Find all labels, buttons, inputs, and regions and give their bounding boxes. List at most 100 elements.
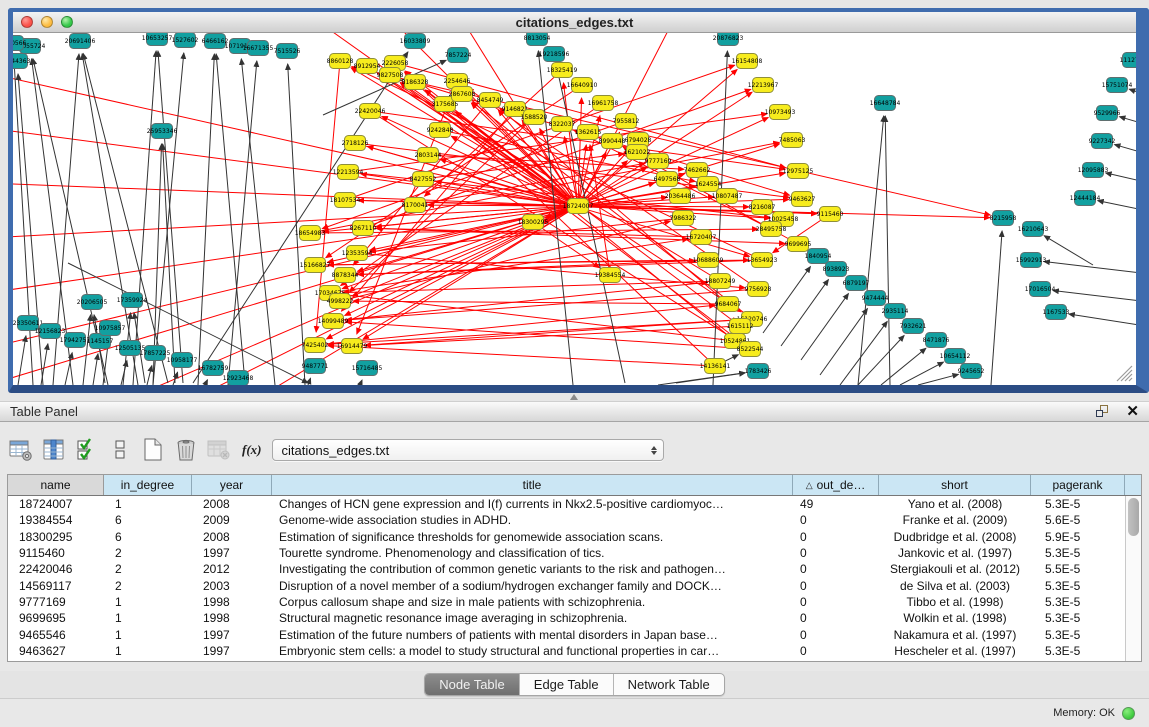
graph-node[interactable]: 15716485 bbox=[352, 361, 383, 376]
graph-node[interactable]: 19218596 bbox=[539, 47, 570, 62]
memory-ok-indicator-icon[interactable] bbox=[1122, 707, 1135, 720]
graph-edge[interactable] bbox=[18, 336, 26, 385]
graph-node[interactable]: 8215958 bbox=[990, 211, 1017, 226]
graph-node[interactable]: 7515526 bbox=[274, 44, 301, 59]
graph-node[interactable]: 16782759 bbox=[198, 361, 229, 376]
table-row[interactable]: 911546021997Tourette syndrome. Phenomeno… bbox=[8, 545, 1125, 561]
graph-node[interactable]: 8860128 bbox=[327, 54, 354, 69]
graph-node[interactable]: 18107534 bbox=[330, 193, 361, 208]
graph-node[interactable]: 9684067 bbox=[715, 297, 742, 312]
graph-node[interactable]: 16210643 bbox=[1018, 222, 1049, 237]
tab-network-table[interactable]: Network Table bbox=[614, 674, 724, 695]
graph-edge[interactable] bbox=[1044, 236, 1093, 265]
scrollbar-thumb[interactable] bbox=[1128, 498, 1139, 536]
graph-edge[interactable] bbox=[763, 267, 810, 333]
close-window-icon[interactable] bbox=[21, 16, 33, 28]
graph-node[interactable]: 9487771 bbox=[302, 359, 329, 374]
table-row[interactable]: 1872400712008Changes of HCN gene express… bbox=[8, 496, 1125, 512]
minimize-window-icon[interactable] bbox=[41, 16, 53, 28]
graph-edge[interactable] bbox=[801, 294, 848, 360]
graph-node[interactable]: 8990448 bbox=[599, 134, 626, 149]
column-header-name[interactable]: name bbox=[8, 475, 104, 495]
graph-node[interactable]: 9827508 bbox=[377, 68, 404, 83]
new-file-icon[interactable] bbox=[139, 437, 167, 463]
graph-edge[interactable] bbox=[343, 295, 735, 341]
graph-node[interactable]: 7425402 bbox=[302, 338, 329, 353]
zoom-window-icon[interactable] bbox=[61, 16, 73, 28]
graph-node[interactable]: 12975125 bbox=[783, 164, 814, 179]
graph-node[interactable]: 17359924 bbox=[117, 293, 148, 308]
graph-node[interactable]: 15992913 bbox=[1016, 253, 1047, 268]
graph-edge[interactable] bbox=[93, 354, 98, 385]
graph-node[interactable]: 16961758 bbox=[588, 96, 619, 111]
graph-node[interactable]: 7955812 bbox=[613, 114, 640, 129]
resize-grip-icon[interactable] bbox=[1117, 366, 1132, 381]
table-row[interactable]: 2242004622012Investigating the contribut… bbox=[8, 561, 1125, 577]
graph-edge[interactable] bbox=[328, 346, 715, 366]
graph-node[interactable]: 22420046 bbox=[355, 104, 386, 119]
graph-node[interactable]: 8454749 bbox=[477, 93, 504, 108]
graph-node[interactable]: 16640910 bbox=[567, 78, 598, 93]
graph-node[interactable]: 10973493 bbox=[765, 105, 796, 120]
graph-node[interactable]: 18325419 bbox=[547, 63, 578, 78]
graph-node[interactable]: 1112753 bbox=[1120, 53, 1136, 68]
graph-edge[interactable] bbox=[360, 380, 362, 385]
graph-edge[interactable] bbox=[1098, 201, 1136, 213]
table-row[interactable]: 1938455462009Genome-wide association stu… bbox=[8, 512, 1125, 528]
network-canvas[interactable]: 1872400788601288912954222605898275088186… bbox=[13, 33, 1136, 385]
table-row[interactable]: 977716911998Corpus callosum shape and si… bbox=[8, 594, 1125, 610]
graph-node[interactable]: 20206505 bbox=[77, 295, 108, 310]
graph-node[interactable]: 2803144 bbox=[415, 148, 442, 163]
graph-edge[interactable] bbox=[918, 374, 958, 385]
column-header-in-degree[interactable]: in_degree bbox=[104, 475, 192, 495]
select-column-icon[interactable] bbox=[40, 437, 68, 463]
graph-edge[interactable] bbox=[858, 336, 904, 385]
graph-node[interactable]: 8170041 bbox=[402, 198, 429, 213]
graph-node[interactable]: 1840954 bbox=[805, 249, 832, 264]
table-row[interactable]: 946362711997Embryonic stem cells: a mode… bbox=[8, 643, 1125, 659]
graph-edge[interactable] bbox=[900, 362, 944, 385]
graph-node[interactable]: 9699695 bbox=[785, 237, 812, 252]
graph-node[interactable]: 1527602 bbox=[172, 33, 199, 48]
graph-edge[interactable] bbox=[991, 231, 1002, 385]
graph-node[interactable]: 12213967 bbox=[748, 78, 779, 93]
graph-node[interactable]: 1362615 bbox=[575, 125, 602, 140]
table-row[interactable]: 1830029562008Estimation of significance … bbox=[8, 529, 1125, 545]
table-row[interactable]: 969969511998Structural magnetic resonanc… bbox=[8, 610, 1125, 626]
tab-node-table[interactable]: Node Table bbox=[425, 674, 520, 695]
graph-edge[interactable] bbox=[1053, 291, 1136, 303]
graph-node[interactable]: 2867608 bbox=[449, 87, 476, 102]
graph-edge[interactable] bbox=[1106, 173, 1136, 185]
delete-table-icon[interactable] bbox=[172, 437, 200, 463]
float-panel-icon[interactable] bbox=[1096, 405, 1110, 418]
graph-node[interactable]: 6879197 bbox=[843, 276, 870, 291]
citation-network-graph[interactable]: 1872400788601288912954222605898275088186… bbox=[13, 33, 1136, 385]
graph-edge[interactable] bbox=[1114, 145, 1136, 157]
graph-node[interactable]: 12095883 bbox=[1078, 163, 1109, 178]
graph-node[interactable]: 8186328 bbox=[402, 75, 429, 90]
graph-edge[interactable] bbox=[241, 59, 275, 385]
graph-node[interactable]: 6497568 bbox=[654, 172, 681, 187]
graph-edge[interactable] bbox=[1119, 117, 1136, 128]
graph-node[interactable]: 8522544 bbox=[737, 342, 764, 357]
graph-node[interactable]: 4998222 bbox=[327, 294, 354, 309]
graph-node[interactable]: 8813054 bbox=[524, 33, 551, 46]
graph-node[interactable]: 1783426 bbox=[745, 364, 772, 379]
validate-table-icon[interactable] bbox=[73, 437, 101, 463]
graph-node[interactable]: 10958177 bbox=[167, 353, 198, 368]
graph-edge[interactable] bbox=[885, 116, 890, 385]
graph-node[interactable]: 16033809 bbox=[400, 34, 431, 49]
graph-node[interactable]: 9227342 bbox=[1089, 134, 1116, 149]
graph-node[interactable]: 9777169 bbox=[645, 154, 672, 169]
graph-node[interactable]: 20691406 bbox=[65, 34, 96, 49]
table-row[interactable]: 946554611997Estimation of the future num… bbox=[8, 626, 1125, 642]
function-builder-icon[interactable]: f(x) bbox=[242, 442, 262, 458]
graph-node[interactable]: 8938923 bbox=[823, 262, 850, 277]
graph-node[interactable]: 12444184 bbox=[1070, 191, 1101, 206]
graph-node[interactable]: 7857224 bbox=[445, 48, 472, 63]
graph-node[interactable]: 7986322 bbox=[670, 211, 697, 226]
graph-node[interactable]: 9463627 bbox=[789, 192, 816, 207]
graph-node[interactable]: 2718126 bbox=[342, 136, 369, 151]
splitter-handle-icon[interactable] bbox=[570, 394, 578, 400]
graph-node[interactable]: 2935114 bbox=[882, 304, 909, 319]
